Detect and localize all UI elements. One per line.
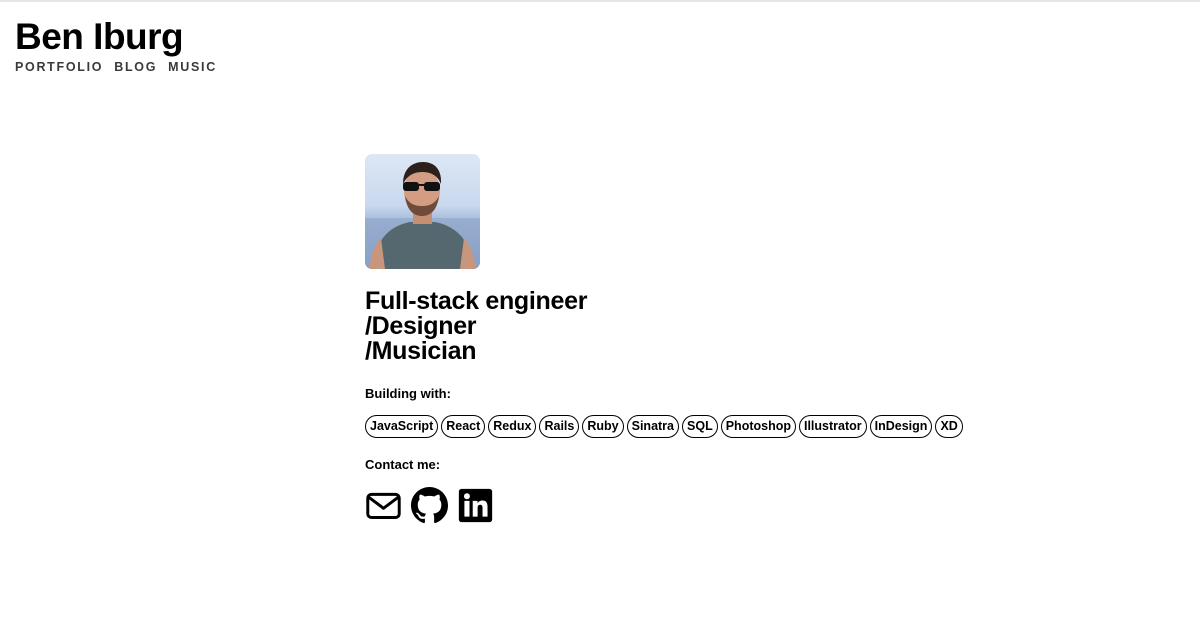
site-title[interactable]: Ben Iburg [15, 14, 217, 60]
profile-section: Full-stack engineer /Designer /Musician … [365, 154, 1005, 524]
skill-tag: SQL [682, 415, 718, 438]
skill-tag: Ruby [582, 415, 624, 438]
email-link[interactable] [365, 487, 402, 524]
skill-tag: InDesign [869, 415, 933, 438]
skill-tag: Rails [539, 415, 580, 438]
site-header: Ben Iburg PORTFOLIO BLOG MUSIC [15, 14, 217, 74]
github-icon [411, 487, 448, 524]
tagline-line: /Musician [365, 337, 477, 365]
github-link[interactable] [411, 487, 448, 524]
avatar [365, 154, 480, 269]
linkedin-link[interactable] [457, 487, 494, 524]
envelope-icon [366, 492, 401, 520]
skills-list: JavaScript React Redux Rails Ruby Sinatr… [365, 415, 1005, 438]
nav-portfolio-link[interactable]: PORTFOLIO [15, 60, 103, 74]
skill-tag: JavaScript [365, 415, 439, 438]
skill-tag: XD [935, 415, 963, 438]
avatar-photo [365, 154, 480, 269]
tagline-line: Full-stack engineer [365, 287, 588, 315]
contact-links [365, 487, 1005, 524]
main-nav: PORTFOLIO BLOG MUSIC [15, 60, 217, 74]
skill-tag: Photoshop [720, 415, 796, 438]
building-with-label: Building with: [365, 386, 451, 401]
skill-tag: Illustrator [798, 415, 867, 438]
nav-blog-link[interactable]: BLOG [114, 60, 157, 74]
tagline-line: /Designer [365, 312, 477, 340]
tagline: Full-stack engineer /Designer /Musician [365, 289, 1005, 364]
nav-music-link[interactable]: MUSIC [168, 60, 217, 74]
skill-tag: Sinatra [626, 415, 680, 438]
linkedin-icon [458, 488, 493, 523]
skill-tag: React [441, 415, 486, 438]
contact-label: Contact me: [365, 457, 441, 472]
top-border [0, 0, 1200, 2]
skill-tag: Redux [488, 415, 537, 438]
